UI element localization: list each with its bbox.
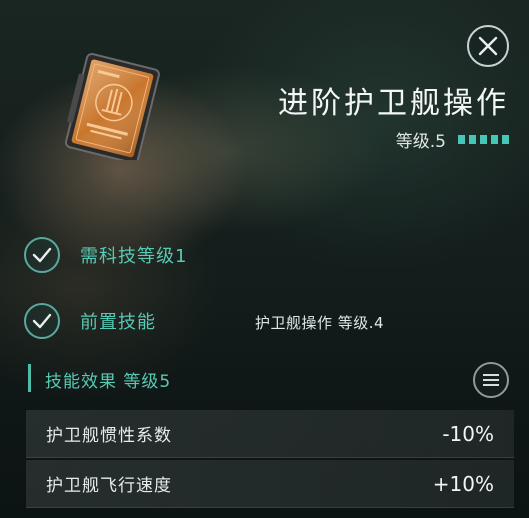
prerequisite-skill-link[interactable]: 护卫舰操作 等级.4	[255, 312, 384, 333]
requirement-check	[24, 237, 60, 273]
close-icon	[478, 36, 498, 56]
close-button[interactable]	[467, 25, 509, 67]
skill-level: 等级.5	[396, 127, 509, 152]
level-text: 等级.5	[395, 132, 446, 152]
effect-name: 护卫舰飞行速度	[46, 476, 172, 496]
check-icon	[32, 247, 52, 263]
requirement-tech-level: 需科技等级1	[24, 237, 187, 273]
requirement-label: 前置技能	[80, 312, 156, 333]
effect-value: +10%	[432, 471, 494, 496]
level-pips	[458, 135, 509, 144]
effect-value: -10%	[442, 421, 494, 446]
menu-button[interactable]	[473, 362, 509, 398]
requirement-prerequisite: 前置技能	[24, 303, 156, 339]
menu-icon	[483, 384, 499, 386]
effect-name: 护卫舰惯性系数	[46, 426, 172, 446]
level-pip	[491, 135, 498, 144]
level-pip	[480, 135, 487, 144]
effect-row: 护卫舰惯性系数 -10%	[26, 410, 514, 458]
menu-icon	[483, 374, 499, 376]
level-pip	[469, 135, 476, 144]
level-pip	[502, 135, 509, 144]
skillbook-icon	[52, 52, 170, 164]
effects-header: 技能效果 等级5	[45, 372, 172, 392]
menu-icon	[483, 379, 499, 381]
check-icon	[32, 313, 52, 329]
skill-title: 进阶护卫舰操作	[278, 86, 509, 121]
effects-list: 护卫舰惯性系数 -10% 护卫舰飞行速度 +10%	[26, 410, 514, 510]
section-accent-bar	[28, 364, 31, 392]
requirement-label: 需科技等级1	[80, 246, 188, 267]
effect-row: 护卫舰飞行速度 +10%	[26, 460, 514, 508]
requirement-check	[24, 303, 60, 339]
level-pip	[458, 135, 465, 144]
